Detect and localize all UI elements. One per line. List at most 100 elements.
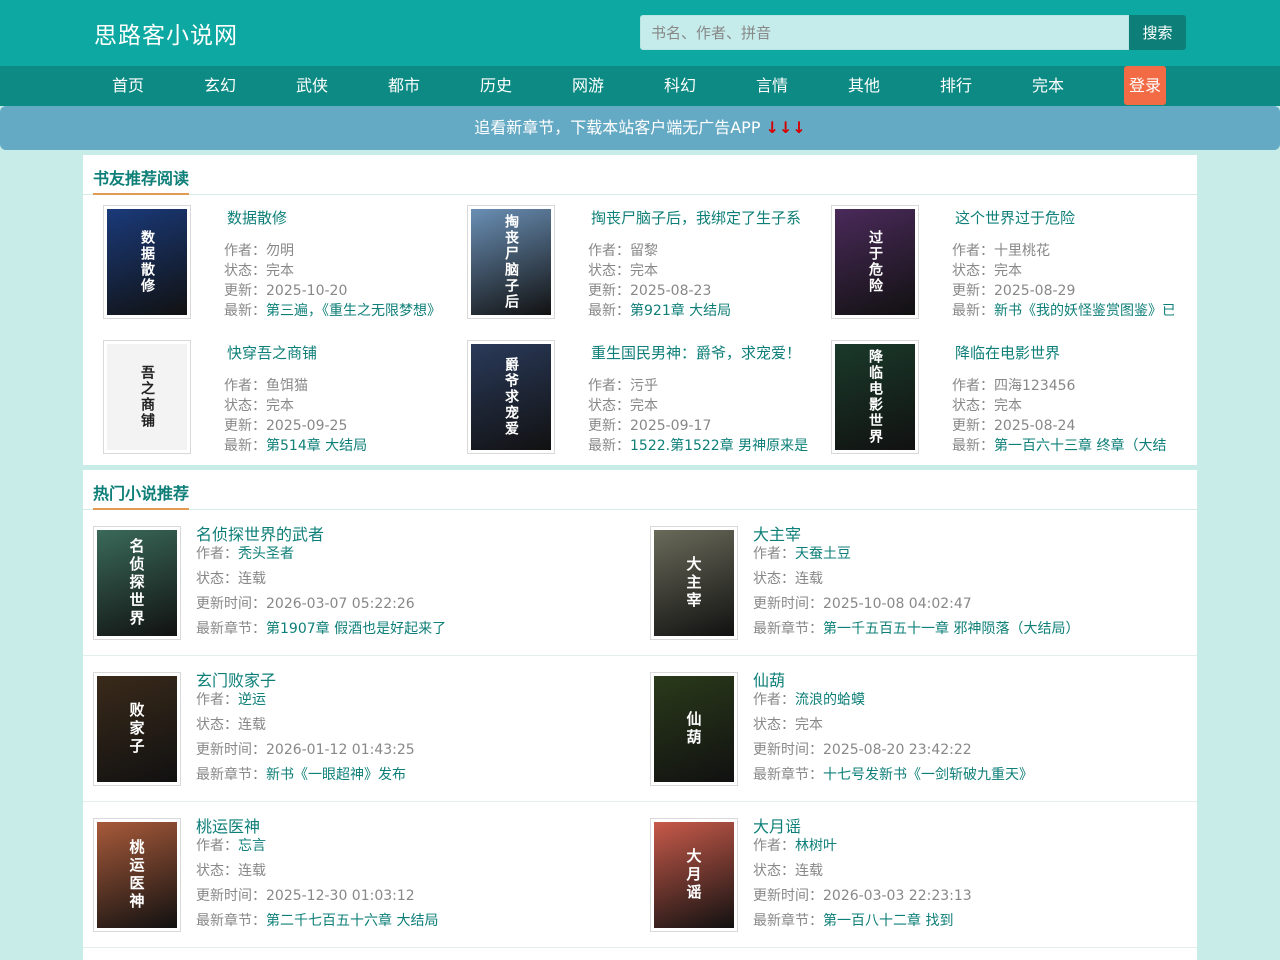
login-button[interactable]: 登录 xyxy=(1124,66,1166,105)
book-cover[interactable]: 降临电影世界 xyxy=(831,340,919,454)
book-latest-value[interactable]: 第一百八十二章 找到 xyxy=(823,913,953,929)
hot-item[interactable]: 仙葫 仙葫 作者：流浪的蛤蟆 状态：完本 更新时间：2025-08-20 23:42:2… xyxy=(640,656,1197,802)
book-latest[interactable]: 最新：1522.第1522章 男神原来是 xyxy=(588,435,810,455)
book-cover[interactable]: 败家子 xyxy=(93,672,181,786)
book-author-value[interactable]: 天蚕土豆 xyxy=(795,546,851,562)
book-cover[interactable]: 桃运医神 xyxy=(93,818,181,932)
book-latest[interactable]: 最新章节：第一千五百五十一章 邪神陨落（大结局） xyxy=(753,618,1079,638)
book-author-value[interactable]: 秃头圣者 xyxy=(238,546,294,562)
hot-item[interactable]: 名侦探世界 名侦探世界的武者 作者：秃头圣者 状态：连载 更新时间：2026-03-07… xyxy=(83,510,640,656)
book-latest[interactable]: 最新：第514章 大结局 xyxy=(224,435,446,455)
book-title[interactable]: 大月谣 xyxy=(753,813,801,837)
book-cover[interactable]: 名侦探世界 xyxy=(93,526,181,640)
recommend-item[interactable]: 吾之商铺 快穿吾之商铺 作者：鱼饵猫 状态：完本 更新：2025-09-25 最新：第51… xyxy=(83,330,443,454)
book-latest[interactable]: 最新：第一百六十三章 终章（大结 xyxy=(952,435,1174,455)
book-update-value: 2026-01-12 01:43:25 xyxy=(266,742,415,758)
book-latest[interactable]: 最新章节：第二千七百五十六章 大结局 xyxy=(196,910,438,930)
book-update-value: 2025-08-23 xyxy=(630,283,712,299)
book-status-label: 状态： xyxy=(952,263,994,279)
recommend-item[interactable]: 降临电影世界 降临在电影世界 作者：四海123456 状态：完本 更新：2025-08-… xyxy=(811,330,1171,454)
book-author-value[interactable]: 忘言 xyxy=(238,838,266,854)
book-cover[interactable]: 大主宰 xyxy=(650,526,738,640)
book-title[interactable]: 数据散修 xyxy=(227,207,287,228)
book-title[interactable]: 玄门败家子 xyxy=(196,667,276,691)
book-latest[interactable]: 最新章节：第一百八十二章 找到 xyxy=(753,910,953,930)
book-author[interactable]: 作者：流浪的蛤蟆 xyxy=(753,689,865,709)
hot-item[interactable]: 败家子 玄门败家子 作者：逆运 状态：连载 更新时间：2026-01-12 01:43:… xyxy=(83,656,640,802)
book-author[interactable]: 作者：秃头圣者 xyxy=(196,543,294,563)
recommend-item[interactable]: 爵爷求宠爱 重生国民男神：爵爷，求宠爱！ 作者：污乎 状态：完本 更新：2025-09-… xyxy=(447,330,808,454)
book-title[interactable]: 重生国民男神：爵爷，求宠爱！ xyxy=(591,342,801,363)
book-latest[interactable]: 最新：第三遍，《重生之无限梦想》 xyxy=(224,300,446,320)
book-latest-value[interactable]: 新书《一眼超神》发布 xyxy=(266,767,406,783)
book-title[interactable]: 桃运医神 xyxy=(196,813,260,837)
book-status-value: 连载 xyxy=(238,863,266,879)
book-title[interactable]: 降临在电影世界 xyxy=(955,342,1060,363)
book-latest-value[interactable]: 第三遍，《重生之无限梦想》 xyxy=(266,303,441,319)
nav-home[interactable]: 首页 xyxy=(93,66,163,106)
book-author[interactable]: 作者：逆运 xyxy=(196,689,266,709)
book-author[interactable]: 作者：忘言 xyxy=(196,835,266,855)
book-cover[interactable]: 仙葫 xyxy=(650,672,738,786)
book-cover[interactable]: 大月谣 xyxy=(650,818,738,932)
nav-yanqing[interactable]: 言情 xyxy=(737,66,807,106)
book-latest[interactable]: 最新章节：十七号发新书《一剑斩破九重天》 xyxy=(753,764,1033,784)
nav-wuxia[interactable]: 武侠 xyxy=(277,66,347,106)
book-update: 更新：2025-10-20 xyxy=(224,280,446,300)
book-title[interactable]: 大主宰 xyxy=(753,521,801,545)
book-cover[interactable]: 爵爷求宠爱 xyxy=(467,340,555,454)
book-update: 更新时间：2025-10-08 04:02:47 xyxy=(753,593,972,613)
book-latest-value[interactable]: 第921章 大结局 xyxy=(630,303,731,319)
nav-wangyou[interactable]: 网游 xyxy=(553,66,623,106)
book-latest-value[interactable]: 新书《我的妖怪鉴赏图鉴》已 xyxy=(994,303,1174,319)
book-cover[interactable]: 吾之商铺 xyxy=(103,340,191,454)
recommend-item[interactable]: 掏丧尸脑子后 掏丧尸脑子后，我绑定了生子系 作者：留黎 状态：完本 更新：2025-08… xyxy=(447,195,807,319)
nav-wanben[interactable]: 完本 xyxy=(1013,66,1083,106)
hot-item[interactable]: 大月谣 大月谣 作者：林树叶 状态：连载 更新时间：2026-03-03 22:23:1… xyxy=(640,802,1197,948)
book-cover[interactable]: 掏丧尸脑子后 xyxy=(467,205,555,319)
nav-kehuan[interactable]: 科幻 xyxy=(645,66,715,106)
book-latest[interactable]: 最新：第921章 大结局 xyxy=(588,300,810,320)
book-latest[interactable]: 最新章节：新书《一眼超神》发布 xyxy=(196,764,406,784)
book-title[interactable]: 掏丧尸脑子后，我绑定了生子系 xyxy=(591,207,801,228)
hot-item[interactable]: 桃运医神 桃运医神 作者：忘言 状态：连载 更新时间：2025-12-30 01:03:… xyxy=(83,802,640,948)
nav-paihang[interactable]: 排行 xyxy=(921,66,991,106)
app-download-banner[interactable]: 追看新章节，下载本站客户端无广告APP ↓↓↓ xyxy=(0,106,1280,150)
book-author[interactable]: 作者：天蚕土豆 xyxy=(753,543,851,563)
site-logo[interactable]: 思路客小说网 xyxy=(94,16,238,50)
search-button[interactable]: 搜索 xyxy=(1129,15,1186,50)
book-status: 状态：连载 xyxy=(753,568,823,588)
search-input[interactable] xyxy=(640,15,1129,50)
book-title[interactable]: 仙葫 xyxy=(753,667,785,691)
book-author-value[interactable]: 林树叶 xyxy=(795,838,837,854)
book-status-label: 状态： xyxy=(196,863,238,879)
book-latest-value[interactable]: 第一千五百五十一章 邪神陨落（大结局） xyxy=(823,621,1079,637)
book-author-value[interactable]: 流浪的蛤蟆 xyxy=(795,692,865,708)
nav-dushi[interactable]: 都市 xyxy=(369,66,439,106)
book-latest[interactable]: 最新章节：第1907章 假酒也是好起来了 xyxy=(196,618,446,638)
book-cover[interactable]: 数据散修 xyxy=(103,205,191,319)
book-latest[interactable]: 最新：新书《我的妖怪鉴赏图鉴》已 xyxy=(952,300,1174,320)
book-title[interactable]: 名侦探世界的武者 xyxy=(196,521,324,545)
recommend-item[interactable]: 数据散修 数据散修 作者：勿明 状态：完本 更新：2025-10-20 最新：第三遍，《重… xyxy=(83,195,446,319)
book-author[interactable]: 作者：林树叶 xyxy=(753,835,837,855)
hot-header: 热门小说推荐 xyxy=(83,470,1197,510)
book-latest-value[interactable]: 第一百六十三章 终章（大结 xyxy=(994,438,1166,454)
book-title[interactable]: 快穿吾之商铺 xyxy=(227,342,317,363)
book-update: 更新时间：2026-03-03 22:23:13 xyxy=(753,885,972,905)
book-latest-value[interactable]: 第二千七百五十六章 大结局 xyxy=(266,913,438,929)
book-latest-value[interactable]: 十七号发新书《一剑斩破九重天》 xyxy=(823,767,1033,783)
book-latest-value[interactable]: 第1907章 假酒也是好起来了 xyxy=(266,621,446,637)
hot-item[interactable]: 大主宰 大主宰 作者：天蚕土豆 状态：连载更新时间：2025-10-08 04:02:… xyxy=(640,510,1197,656)
book-latest-value[interactable]: 第514章 大结局 xyxy=(266,438,367,454)
book-latest-value[interactable]: 1522.第1522章 男神原来是 xyxy=(630,438,808,454)
nav-xuanhuan[interactable]: 玄幻 xyxy=(185,66,255,106)
book-latest-label: 最新： xyxy=(588,303,630,319)
nav-qita[interactable]: 其他 xyxy=(829,66,899,106)
book-title[interactable]: 这个世界过于危险 xyxy=(955,207,1075,228)
nav-lishi[interactable]: 历史 xyxy=(461,66,531,106)
book-cover[interactable]: 过于危险 xyxy=(831,205,919,319)
recommend-item[interactable]: 过于危险 这个世界过于危险 作者：十里桃花 状态：完本 更新：2025-08-29 最新：… xyxy=(811,195,1174,319)
book-cover-art: 爵爷求宠爱 xyxy=(471,344,551,450)
book-author-value[interactable]: 逆运 xyxy=(238,692,266,708)
